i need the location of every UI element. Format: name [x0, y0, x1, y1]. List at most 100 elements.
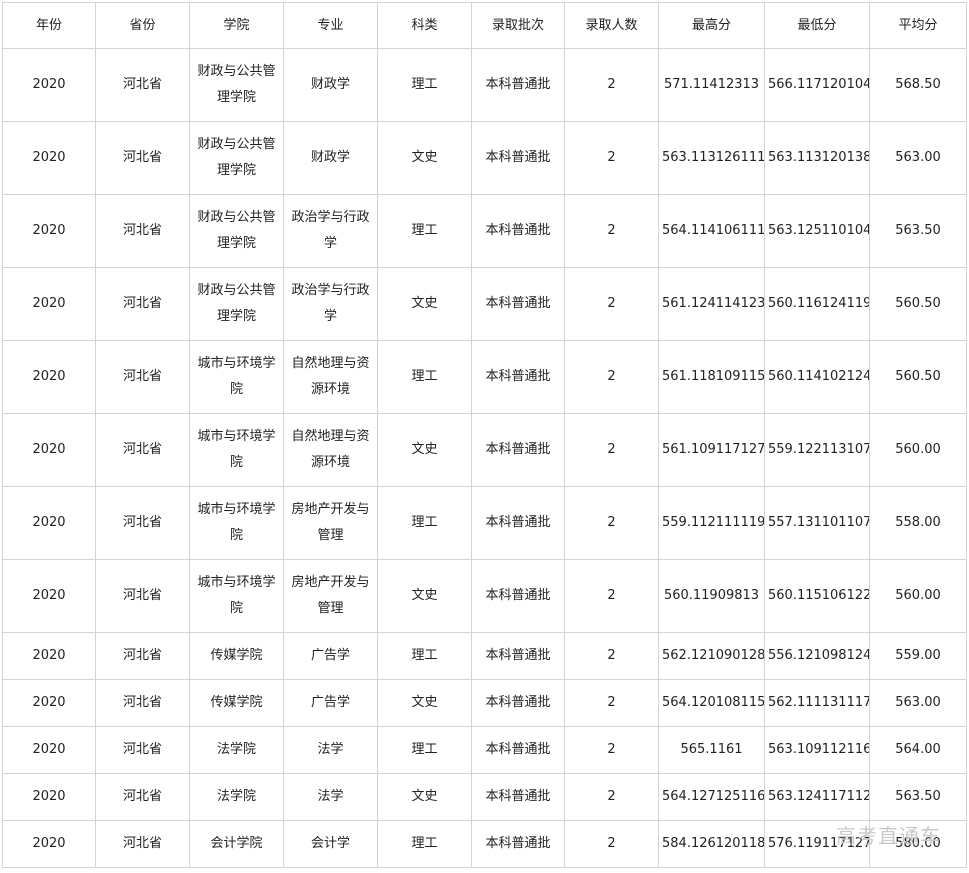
table-cell: 2020 — [2, 48, 96, 122]
table-cell: 河北省 — [95, 340, 190, 414]
table-cell: 2020 — [2, 340, 96, 414]
table-cell: 2020 — [2, 632, 96, 680]
table-cell: 本科普通批 — [471, 486, 565, 560]
table-cell: 房地产开发与管理 — [283, 559, 378, 633]
table-cell: 561.124114123 — [658, 267, 765, 341]
table-cell: 560.11909813 — [658, 559, 765, 633]
table-row: 2020 河北省 会计学院 会计学 理工 本科普通批 2 584.126120118 576.1… — [2, 820, 967, 868]
table-cell: 本科普通批 — [471, 632, 565, 680]
table-cell: 法学 — [283, 773, 378, 821]
table-cell: 560.00 — [869, 413, 967, 487]
table-cell: 财政学 — [283, 48, 378, 122]
table-cell: 河北省 — [95, 267, 190, 341]
table-cell: 河北省 — [95, 413, 190, 487]
table-cell: 2 — [564, 48, 659, 122]
table-cell: 会计学院 — [189, 820, 284, 868]
table-cell: 城市与环境学院 — [189, 340, 284, 414]
table-cell: 2020 — [2, 194, 96, 268]
column-header: 科类 — [377, 2, 472, 49]
table-cell: 财政与公共管理学院 — [189, 121, 284, 195]
column-header: 最低分 — [764, 2, 870, 49]
table-cell: 理工 — [377, 486, 472, 560]
table-row: 2020 河北省 财政与公共管理学院 政治学与行政学 文史 本科普通批 2 561.12411… — [2, 267, 967, 341]
table-cell: 556.121098124 — [764, 632, 870, 680]
table-cell: 563.113126111 — [658, 121, 765, 195]
table-cell: 自然地理与资源环境 — [283, 413, 378, 487]
table-cell: 568.50 — [869, 48, 967, 122]
table-cell: 2 — [564, 726, 659, 774]
table-cell: 2 — [564, 121, 659, 195]
table-cell: 560.00 — [869, 559, 967, 633]
table-cell: 本科普通批 — [471, 679, 565, 727]
table-cell: 564.00 — [869, 726, 967, 774]
table-cell: 2 — [564, 413, 659, 487]
table-cell: 2020 — [2, 559, 96, 633]
table-cell: 561.118109115 — [658, 340, 765, 414]
table-cell: 河北省 — [95, 632, 190, 680]
table-body: 2020 河北省 财政与公共管理学院 财政学 理工 本科普通批 2 571.11412313 5… — [2, 48, 967, 868]
table-cell: 2020 — [2, 679, 96, 727]
table-cell: 文史 — [377, 121, 472, 195]
watermark-text: 高考直通车 — [836, 824, 941, 848]
table-cell: 城市与环境学院 — [189, 559, 284, 633]
table-cell: 河北省 — [95, 486, 190, 560]
table-cell: 564.120108115 — [658, 679, 765, 727]
table-cell: 559.00 — [869, 632, 967, 680]
table-cell: 563.113120138 — [764, 121, 870, 195]
table-cell: 法学院 — [189, 726, 284, 774]
table-cell: 2 — [564, 340, 659, 414]
table-cell: 河北省 — [95, 559, 190, 633]
table-cell: 法学院 — [189, 773, 284, 821]
table-cell: 564.127125116 — [658, 773, 765, 821]
table-row: 2020 河北省 城市与环境学院 房地产开发与管理 理工 本科普通批 2 559.112111… — [2, 486, 967, 560]
table-cell: 文史 — [377, 773, 472, 821]
table-row: 2020 河北省 财政与公共管理学院 政治学与行政学 理工 本科普通批 2 564.11410… — [2, 194, 967, 268]
table-cell: 584.126120118 — [658, 820, 765, 868]
table-row: 2020 河北省 传媒学院 广告学 文史 本科普通批 2 564.120108115 562.1… — [2, 679, 967, 727]
table-cell: 理工 — [377, 726, 472, 774]
column-header: 平均分 — [869, 2, 967, 49]
table-cell: 本科普通批 — [471, 48, 565, 122]
table-cell: 2 — [564, 194, 659, 268]
table-cell: 财政与公共管理学院 — [189, 267, 284, 341]
table-cell: 本科普通批 — [471, 773, 565, 821]
table-cell: 本科普通批 — [471, 413, 565, 487]
table-row: 2020 河北省 城市与环境学院 自然地理与资源环境 理工 本科普通批 2 561.11810… — [2, 340, 967, 414]
table-cell: 557.131101107 — [764, 486, 870, 560]
table-cell: 文史 — [377, 267, 472, 341]
table-cell: 文史 — [377, 679, 472, 727]
table-cell: 564.114106111 — [658, 194, 765, 268]
table-cell: 560.50 — [869, 340, 967, 414]
table-cell: 2020 — [2, 773, 96, 821]
table-cell: 理工 — [377, 820, 472, 868]
column-header: 省份 — [95, 2, 190, 49]
table-row: 2020 河北省 城市与环境学院 自然地理与资源环境 文史 本科普通批 2 561.10911… — [2, 413, 967, 487]
table-cell: 563.124117112 — [764, 773, 870, 821]
table-cell: 本科普通批 — [471, 121, 565, 195]
table-cell: 560.116124119 — [764, 267, 870, 341]
table-cell: 河北省 — [95, 48, 190, 122]
header-row: 年份 省份 学院 专业 科类 录取批次 录取人数 最高分 最低分 平均分 — [2, 2, 967, 49]
table-row: 2020 河北省 法学院 法学 理工 本科普通批 2 565.1161 563.10911211… — [2, 726, 967, 774]
table-cell: 财政与公共管理学院 — [189, 194, 284, 268]
table-cell: 559.112111119 — [658, 486, 765, 560]
column-header: 录取批次 — [471, 2, 565, 49]
table-cell: 财政与公共管理学院 — [189, 48, 284, 122]
table-cell: 2 — [564, 820, 659, 868]
table-cell: 财政学 — [283, 121, 378, 195]
table-cell: 理工 — [377, 194, 472, 268]
table-cell: 文史 — [377, 559, 472, 633]
table-cell: 2020 — [2, 413, 96, 487]
admission-scores-table: 年份 省份 学院 专业 科类 录取批次 录取人数 最高分 最低分 平均分 2020 河北省 财政与公共… — [2, 2, 967, 868]
table-row: 2020 河北省 财政与公共管理学院 财政学 文史 本科普通批 2 563.113126111… — [2, 121, 967, 195]
table-cell: 559.122113107 — [764, 413, 870, 487]
table-cell: 563.109112116 — [764, 726, 870, 774]
table-cell: 理工 — [377, 632, 472, 680]
table-cell: 本科普通批 — [471, 194, 565, 268]
table-cell: 562.121090128 — [658, 632, 765, 680]
table-cell: 2020 — [2, 121, 96, 195]
table-cell: 河北省 — [95, 121, 190, 195]
table-cell: 河北省 — [95, 726, 190, 774]
table-cell: 563.50 — [869, 773, 967, 821]
table-cell: 河北省 — [95, 194, 190, 268]
